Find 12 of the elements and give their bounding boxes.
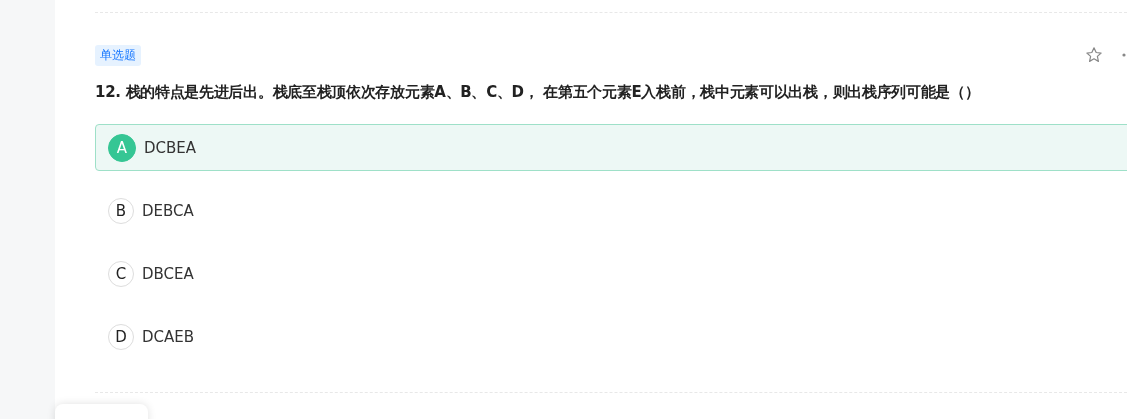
answer-option[interactable]: B DEBCA <box>95 187 1127 234</box>
option-letter: A <box>108 133 136 162</box>
option-text: DCAEB <box>142 327 195 346</box>
option-text: DCBEA <box>144 138 197 157</box>
option-text: DEBCA <box>142 201 194 220</box>
option-text: DBCEA <box>142 264 194 283</box>
question-text: 12. 栈的特点是先进后出。栈底至栈顶依次存放元素A、B、C、D， 在第五个元素E入栈前，栈中元素可以出栈，则出栈序列可能是（） <box>95 83 981 102</box>
answer-option[interactable]: D DCAEB <box>95 313 1127 360</box>
answer-option[interactable]: C DBCEA <box>95 250 1127 297</box>
question-type-tag: 单选题 <box>95 44 141 66</box>
star-icon[interactable] <box>1085 46 1103 64</box>
answer-option[interactable]: A DCBEA <box>95 124 1127 171</box>
